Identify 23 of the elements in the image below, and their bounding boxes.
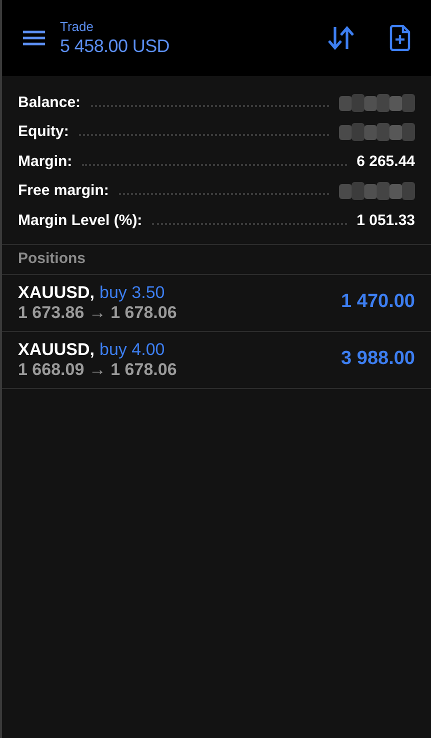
summary-label: Balance: <box>18 92 81 112</box>
summary-value: 6 265.44 <box>356 152 415 172</box>
position-prices: 1 668.09 → 1 678.06 <box>18 360 177 380</box>
summary-value: 1 051.33 <box>356 210 415 230</box>
screen-title: Trade <box>60 18 94 35</box>
menu-icon[interactable] <box>22 30 46 46</box>
summary-label: Margin Level (%): <box>18 210 142 230</box>
position-symbol: XAUUSD, <box>18 340 95 360</box>
summary-label: Margin: <box>18 152 72 172</box>
position-prices: 1 673.86 → 1 678.06 <box>18 302 177 322</box>
position-order: buy 3.50 <box>100 282 165 302</box>
summary-label: Equity: <box>18 122 69 142</box>
position-row[interactable]: XAUUSD, buy 4.00 1 668.09 → 1 678.06 3 988.00 <box>2 332 431 388</box>
position-order: buy 4.00 <box>100 340 165 360</box>
section-title: Positions <box>18 248 86 269</box>
summary-label: Free margin: <box>18 181 109 201</box>
position-profit: 1 470.00 <box>341 290 415 314</box>
position-symbol: XAUUSD, <box>18 282 95 302</box>
position-profit: 3 988.00 <box>341 347 415 372</box>
sort-icon[interactable] <box>327 25 355 51</box>
position-row[interactable]: XAUUSD, buy 3.50 1 673.86 → 1 678.06 1 470.00 <box>2 274 431 332</box>
account-balance: 5 458.00 USD <box>60 34 170 58</box>
new-document-icon[interactable] <box>389 25 411 51</box>
